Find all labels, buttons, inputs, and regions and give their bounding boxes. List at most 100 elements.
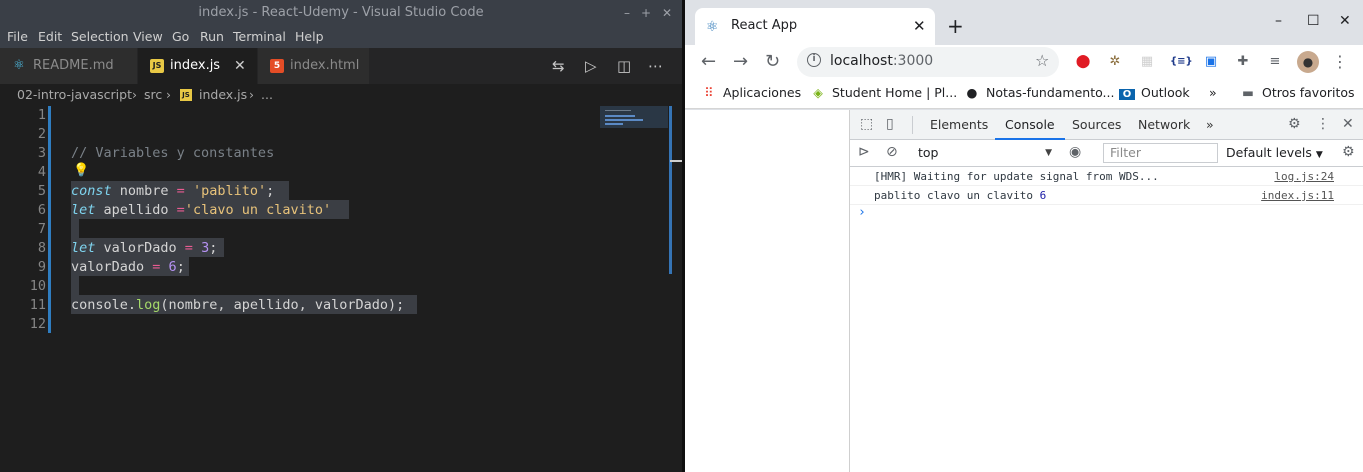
source-link[interactable]: log.js:24 [1274,167,1334,186]
console-message: pablito clavo un clavito 6 index.js:11 [850,186,1363,205]
maximize-button[interactable]: ☐ [1307,13,1320,29]
breadcrumb-more[interactable]: ... [261,84,273,106]
bookmark-notas[interactable]: ● Notas-fundamento... [964,85,1115,100]
avatar[interactable]: ● [1297,51,1319,73]
tab-index-js[interactable]: JS index.js ✕ [138,48,258,84]
chrome-menu-icon[interactable]: ⋮ [1331,53,1349,71]
bookmark-outlook[interactable]: O Outlook [1119,85,1190,100]
js-icon: JS [180,89,192,101]
scrollbar[interactable] [669,106,672,274]
devtools-panel: ⬚ ▯ Elements Console Sources Network » ⚙… [849,110,1363,472]
filter-input[interactable]: Filter [1103,143,1218,163]
breadcrumb-file[interactable]: index.js [199,84,247,106]
vscode-window: index.js - React-Udemy - Visual Studio C… [0,0,682,472]
message-text: pablito clavo un clavito 6 [874,189,1047,202]
close-tab-icon[interactable]: ✕ [913,17,926,35]
forward-icon[interactable]: → [733,51,748,72]
bookmark-other[interactable]: ▬ Otros favoritos [1240,85,1354,100]
log-levels-dropdown[interactable]: Default levels ▼ [1226,143,1323,165]
outlook-icon: O [1119,89,1135,100]
puzzle-icon[interactable]: ✚ [1234,53,1252,71]
code-editor[interactable]: 1 2 3 4 5 6 7 8 9 10 11 12 // Variables … [0,106,682,472]
line-number: 8 [37,240,46,256]
identifier: valorDado [71,259,153,275]
arguments: (nombre, apellido, valorDado); [160,297,405,313]
grey-extension-icon[interactable]: ▦ [1138,53,1156,71]
close-tab-icon[interactable]: ✕ [234,48,246,84]
menu-view[interactable]: View [133,26,163,48]
bookmark-apps[interactable]: ⠿ Aplicaciones [701,85,801,100]
maximize-button[interactable]: + [641,0,651,26]
reload-icon[interactable]: ↻ [765,51,780,72]
menu-terminal[interactable]: Terminal [233,26,286,48]
close-window-button[interactable]: ✕ [662,0,672,26]
tab-elements[interactable]: Elements [930,110,988,140]
run-icon[interactable]: ▷ [585,48,597,84]
more-actions-icon[interactable]: ⋯ [648,48,663,84]
minimap-line [605,123,623,125]
opera-extension-icon[interactable]: ⬤ [1074,53,1092,71]
bookmark-star-icon[interactable]: ☆ [1035,51,1049,70]
close-icon[interactable]: ✕ [1342,116,1354,132]
inspect-element-icon[interactable]: ⬚ [860,116,873,132]
grid-extension-icon[interactable]: ▣ [1202,53,1220,71]
device-toggle-icon[interactable]: ▯ [886,116,894,132]
new-tab-button[interactable]: + [947,14,964,38]
open-changes-icon[interactable]: ⇆ [552,48,565,84]
close-window-button[interactable]: ✕ [1339,13,1351,29]
media-queue-icon[interactable]: ≡ [1266,53,1284,71]
json-extension-icon[interactable]: {≡} [1170,53,1193,71]
tab-console[interactable]: Console [995,110,1065,140]
tab-label: index.html [290,58,360,73]
tab-network[interactable]: Network [1138,110,1190,140]
breadcrumb-folder[interactable]: 02-intro-javascript [17,84,132,106]
tab-sources[interactable]: Sources [1072,110,1121,140]
console-message: [HMR] Waiting for update signal from WDS… [850,167,1363,186]
keyword: let [71,240,96,256]
bookmark-student-home[interactable]: ◈ Student Home | Pl... [810,85,957,100]
menu-selection[interactable]: Selection [71,26,129,48]
more-tabs-icon[interactable]: » [1206,110,1214,140]
bookmarks-bar: ⠿ Aplicaciones ◈ Student Home | Pl... ● Not… [685,79,1363,109]
gear-icon[interactable]: ⚙ [1342,144,1355,160]
breadcrumb-src[interactable]: src [144,84,162,106]
lightbulb-icon[interactable]: 💡 [73,163,89,178]
menu-run[interactable]: Run [200,26,224,48]
clear-console-icon[interactable]: ⊘ [886,144,898,160]
browser-tab[interactable]: ⚛ React App ✕ [695,8,935,45]
menu-edit[interactable]: Edit [38,26,62,48]
tab-readme[interactable]: ⚛ README.md [0,48,138,84]
console-prompt[interactable]: › [858,205,866,220]
line-number: 12 [29,316,46,332]
identifier: console. [71,297,137,313]
info-icon[interactable]: i [807,53,821,67]
minimize-button[interactable]: – [1275,13,1282,29]
folder-icon: ▬ [1242,85,1254,100]
eye-icon[interactable]: ◉ [1069,144,1081,160]
line-number: 7 [37,221,46,237]
code-line-5: const nombre = 'pablito'; [71,183,274,199]
bug-extension-icon[interactable]: ✲ [1106,53,1124,71]
minimize-button[interactable]: – [624,0,630,26]
comment: // Variables y constantes [71,145,275,161]
menu-help[interactable]: Help [295,26,324,48]
editor-tabs: ⚛ README.md JS index.js ✕ 5 index.html ⇆… [0,48,682,84]
menu-go[interactable]: Go [172,26,189,48]
source-link[interactable]: index.js:11 [1261,186,1334,205]
keyword: let [71,202,96,218]
back-icon[interactable]: ← [701,51,716,72]
more-options-icon[interactable]: ⋮ [1316,116,1330,132]
tab-index-html[interactable]: 5 index.html [258,48,370,84]
gear-icon[interactable]: ⚙ [1288,116,1301,132]
split-editor-icon[interactable]: ◫ [617,48,631,84]
menu-file[interactable]: File [7,26,28,48]
bookmarks-overflow[interactable]: » [1209,85,1217,100]
address-bar[interactable]: i localhost:3000 ☆ [797,47,1059,77]
console-toolbar: ⊳ ⊘ top ▼ ◉ Filter Default levels ▼ ⚙ [850,140,1363,167]
line-number: 4 [37,164,46,180]
divider [912,116,913,134]
sidebar-toggle-icon[interactable]: ⊳ [858,144,870,160]
context-selector[interactable]: top ▼ [918,143,1054,163]
react-icon: ⚛ [706,19,719,35]
minimap[interactable] [600,106,668,128]
